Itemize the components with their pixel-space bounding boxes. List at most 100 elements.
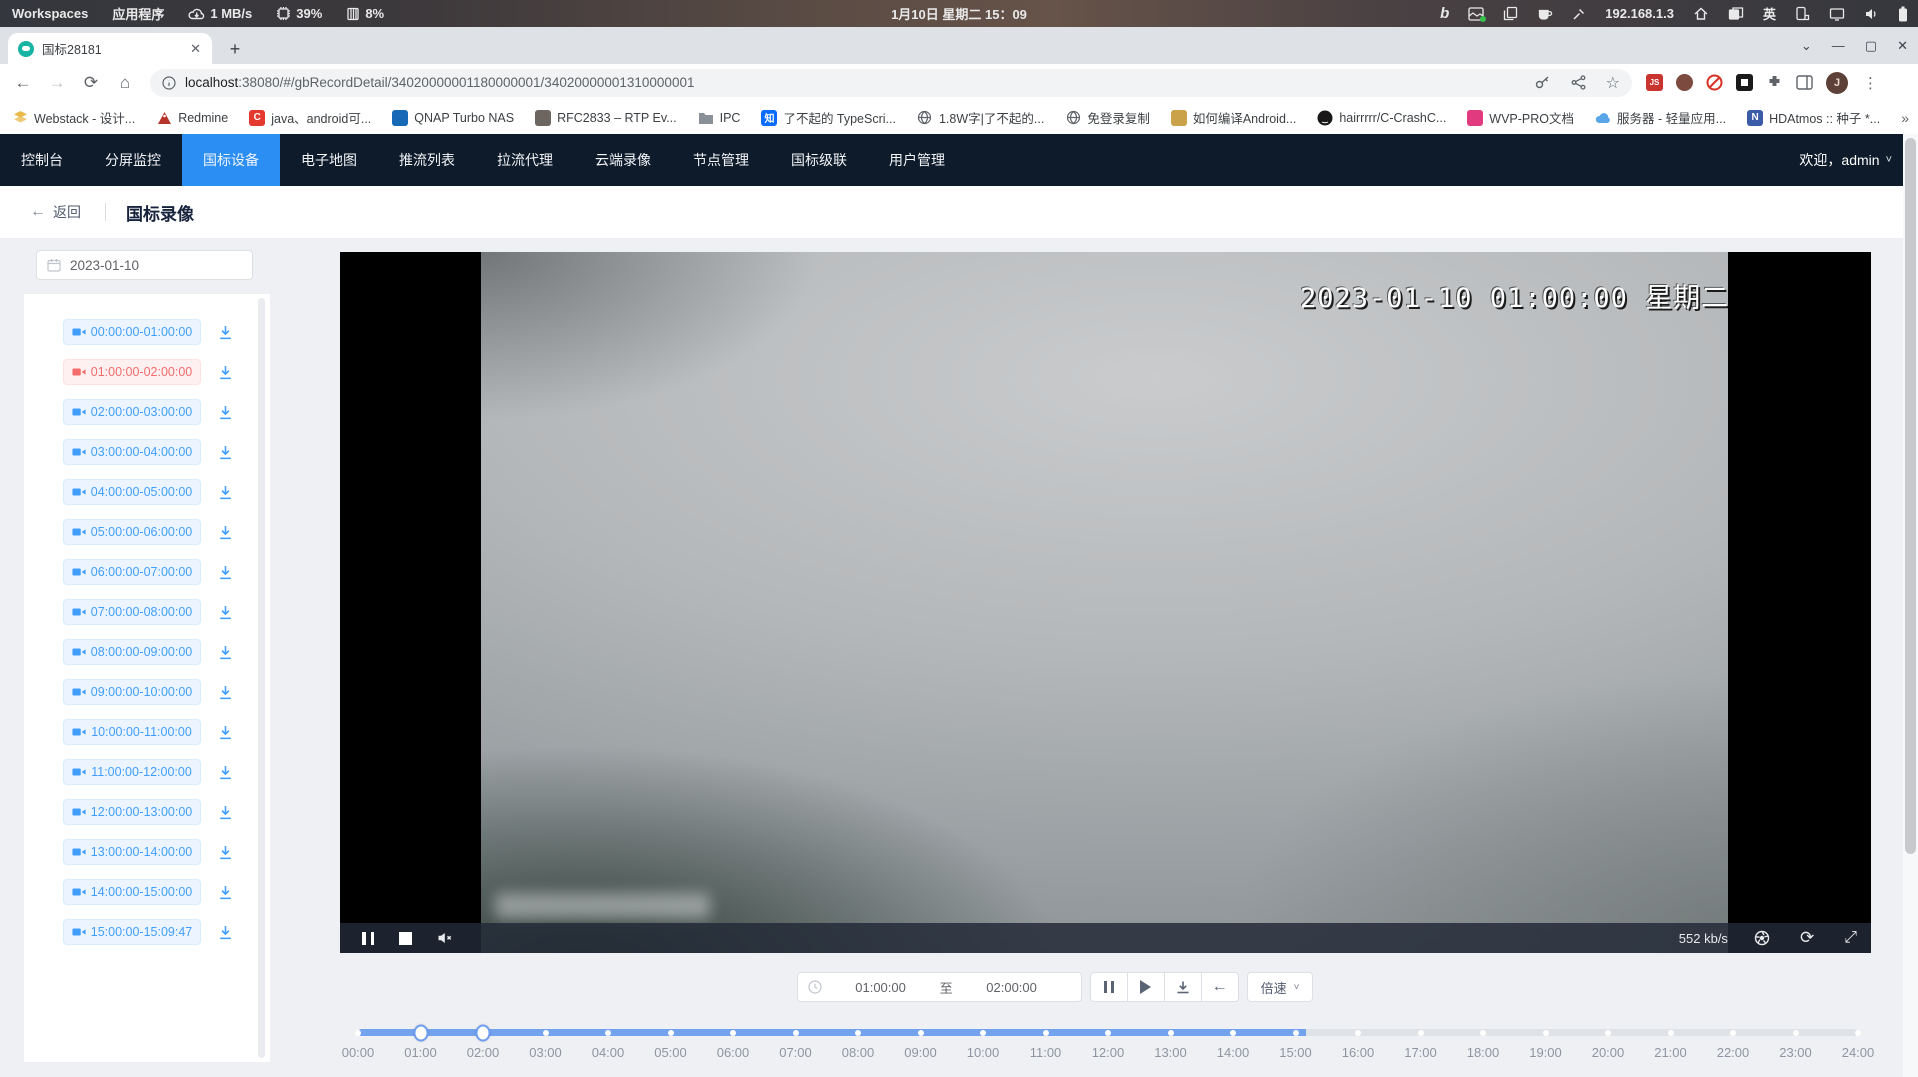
bookmarks-overflow-icon[interactable]: » [1901,110,1917,126]
start-time-value[interactable]: 01:00:00 [822,980,940,995]
window-switcher-icon[interactable] [1728,6,1744,21]
bookmark-item[interactable]: Redmine [156,110,228,126]
extension-blocker-icon[interactable] [1706,74,1723,91]
nav-item-国标设备[interactable]: 国标设备 [182,134,280,186]
recording-segment-button[interactable]: 10:00:00-11:00:00 [63,719,201,745]
nav-item-分屏监控[interactable]: 分屏监控 [84,134,182,186]
download-recording-button[interactable] [217,564,234,581]
time-range-input[interactable]: 01:00:00 至 02:00:00 [797,972,1082,1002]
nav-item-电子地图[interactable]: 电子地图 [280,134,378,186]
download-recording-button[interactable] [217,804,234,821]
download-recording-button[interactable] [217,724,234,741]
nav-item-拉流代理[interactable]: 拉流代理 [476,134,574,186]
nav-item-推流列表[interactable]: 推流列表 [378,134,476,186]
video-pause-icon[interactable] [362,932,374,945]
bookmark-star-icon[interactable]: ☆ [1606,73,1620,93]
tab-search-icon[interactable]: ⌄ [1801,38,1812,54]
recording-segment-button[interactable]: 09:00:00-10:00:00 [63,679,201,705]
window-close-icon[interactable]: ✕ [1897,38,1908,54]
language-indicator[interactable]: 英 [1763,4,1776,23]
volume-muted-icon[interactable] [437,931,454,945]
browser-back-icon[interactable]: ← [6,73,40,93]
new-tab-button[interactable]: + [222,36,248,62]
share-icon[interactable] [1571,75,1586,90]
timeline-slider[interactable]: 00:0001:0002:0003:0004:0005:0006:0007:00… [358,1015,1858,1065]
video-player[interactable]: 2023-01-10 01:00:00 星期二 552 kb/s ⟳ ⤢ [340,252,1871,953]
recording-segment-button[interactable]: 11:00:00-12:00:00 [63,759,201,785]
recording-segment-button[interactable]: 05:00:00-06:00:00 [63,519,201,545]
bookmark-item[interactable]: IPC [698,110,741,126]
download-recording-button[interactable] [217,524,234,541]
workspaces-button[interactable]: Workspaces [12,6,88,21]
recording-segment-button[interactable]: 04:00:00-05:00:00 [63,479,201,505]
clipboard-icon[interactable] [1503,6,1518,21]
screenshot-tool-icon[interactable] [1468,7,1484,21]
date-picker-input[interactable]: 2023-01-10 [36,250,253,280]
download-recording-button[interactable] [217,364,234,381]
nav-item-控制台[interactable]: 控制台 [0,134,84,186]
extension-pouch-icon[interactable] [1676,74,1693,91]
password-key-icon[interactable] [1534,75,1551,90]
video-stop-icon[interactable] [399,932,412,945]
download-recording-button[interactable] [217,764,234,781]
window-maximize-icon[interactable]: ▢ [1865,38,1877,54]
timeline-handle[interactable] [413,1024,428,1041]
download-recording-button[interactable] [217,644,234,661]
page-scrollbar-thumb[interactable] [1905,138,1916,854]
home-icon[interactable] [1693,6,1709,21]
pause-button[interactable] [1090,972,1128,1002]
nav-item-节点管理[interactable]: 节点管理 [672,134,770,186]
extension-js-icon[interactable]: JS [1646,74,1663,91]
volume-icon[interactable] [1864,7,1879,21]
side-panel-icon[interactable] [1796,75,1813,90]
download-recording-button[interactable] [217,404,234,421]
back-button[interactable]: ← 返回 [30,202,81,222]
recording-segment-button[interactable]: 03:00:00-04:00:00 [63,439,201,465]
bookmark-item[interactable]: Webstack - 设计... [12,108,135,127]
display-icon[interactable] [1829,7,1845,21]
recording-segment-button[interactable]: 08:00:00-09:00:00 [63,639,201,665]
play-button[interactable] [1127,972,1165,1002]
download-recording-button[interactable] [217,444,234,461]
bookmark-item[interactable]: 如何编译Android... [1171,108,1297,127]
address-bar[interactable]: localhost:38080/#/gbRecordDetail/3402000… [150,69,1632,97]
browser-tab[interactable]: 国标28181 ✕ [8,33,212,64]
bing-icon[interactable]: b [1440,6,1449,21]
browser-menu-icon[interactable]: ⋮ [1861,74,1884,92]
phone-link-icon[interactable] [1795,6,1810,21]
timeline-handle[interactable] [476,1024,491,1041]
recording-segment-button[interactable]: 14:00:00-15:00:00 [63,879,201,905]
color-picker-icon[interactable] [1572,7,1586,21]
bookmark-item[interactable]: WVP-PRO文档 [1467,108,1574,127]
page-scrollbar[interactable] [1903,134,1918,1077]
recording-segment-button[interactable]: 07:00:00-08:00:00 [63,599,201,625]
recording-segment-button[interactable]: 02:00:00-03:00:00 [63,399,201,425]
nav-item-国标级联[interactable]: 国标级联 [770,134,868,186]
bookmark-item[interactable]: 免登录复制 [1065,108,1150,127]
extension-dark-icon[interactable] [1736,74,1753,91]
speed-dropdown[interactable]: 倍速 ˅ [1247,972,1314,1002]
bookmark-item[interactable]: 1.8W字|了不起的... [917,108,1044,127]
download-recording-button[interactable] [217,324,234,341]
tab-close-icon[interactable]: ✕ [187,41,204,57]
bookmark-item[interactable]: 服务器 - 轻量应用... [1595,108,1726,127]
recording-segment-button[interactable]: 13:00:00-14:00:00 [63,839,201,865]
download-recording-button[interactable] [217,844,234,861]
ip-address[interactable]: 192.168.1.3 [1605,6,1674,21]
bookmark-item[interactable]: hairrrrr/C-CrashC... [1317,110,1446,126]
browser-reload-icon[interactable]: ⟳ [74,73,108,93]
recording-segment-button[interactable]: 12:00:00-13:00:00 [63,799,201,825]
snapshot-aperture-icon[interactable] [1754,930,1770,946]
coffee-caffeine-icon[interactable] [1537,7,1553,21]
browser-home-icon[interactable]: ⌂ [108,73,142,93]
end-time-value[interactable]: 02:00:00 [953,980,1071,995]
download-recording-button[interactable] [217,604,234,621]
bookmark-item[interactable]: QNAP Turbo NAS [392,110,514,126]
profile-avatar[interactable]: J [1826,72,1848,94]
bookmark-item[interactable]: RFC2833 – RTP Ev... [535,110,677,126]
site-info-icon[interactable] [162,76,176,90]
bookmark-item[interactable]: NHDAtmos :: 种子 *... [1747,108,1880,127]
applications-button[interactable]: 应用程序 [112,4,164,23]
recording-segment-button[interactable]: 01:00:00-02:00:00 [63,359,201,385]
refresh-icon[interactable]: ⟳ [1800,928,1814,948]
